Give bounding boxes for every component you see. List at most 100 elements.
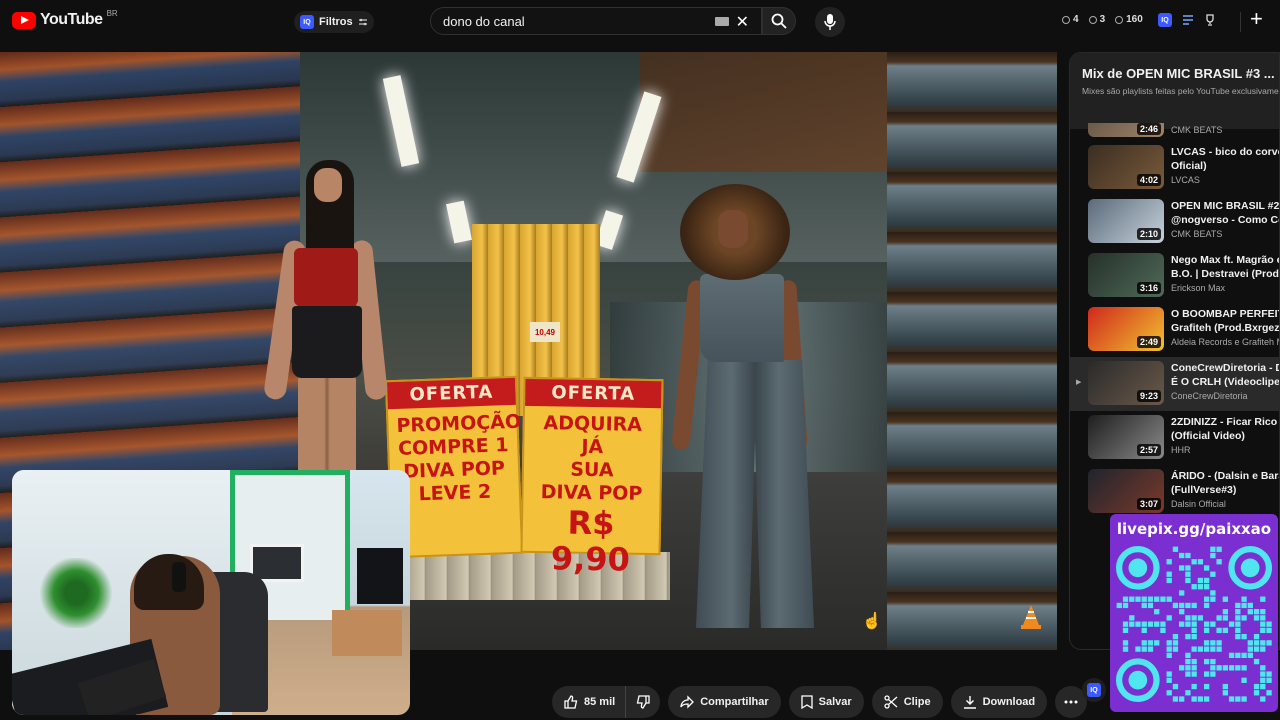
search-icon <box>771 13 787 29</box>
iq-icon[interactable]: IQ <box>1158 13 1172 27</box>
more-horizontal-icon <box>1064 700 1078 704</box>
iq-extension-icon: IQ <box>300 15 314 29</box>
video-title: O BOOMBAP PERFEITO <box>1171 308 1280 320</box>
playlist-item-info: ÁRIDO - (Dalsin e Barat (FullVerse#3) Dals… <box>1171 469 1279 519</box>
region-code: BR <box>106 8 118 18</box>
video-title-line2: @nogverso - Como Cê... <box>1171 214 1279 226</box>
download-icon <box>963 696 976 709</box>
offer-sign-right: OFERTA ADQUIRA JÁ SUA DIVA POP R$ 9,90 <box>520 376 664 579</box>
playlist-item[interactable]: 2:57 2ZDINIZZ - Ficar Rico E (Official Vid… <box>1070 411 1279 465</box>
video-title-line2: É O CRLH (Videoclipe C... <box>1171 376 1280 388</box>
clear-search-icon[interactable]: ✕ <box>736 12 749 32</box>
playlist-header: Mix de OPEN MIC BRASIL #3 ... Mixes são … <box>1070 53 1279 129</box>
vlc-cone-icon <box>1021 605 1041 629</box>
clip-button[interactable]: Clipe <box>871 686 943 718</box>
video-thumbnail: 4:02 <box>1088 145 1164 189</box>
like-dislike-group: 85 mil <box>552 686 661 718</box>
stat-eye: 3 <box>1088 14 1105 25</box>
filters-label: Filtros <box>319 16 353 28</box>
top-bar: YouTube BR IQ Filtros dono do canal ✕ 4 … <box>0 0 1280 44</box>
video-title: OPEN MIC BRASIL #2 <box>1171 200 1280 212</box>
playlist-item-partial[interactable]: 2:46 CMK BEATS <box>1070 123 1279 141</box>
trophy-icon[interactable] <box>1204 14 1216 26</box>
playlist-item[interactable]: 2:10 OPEN MIC BRASIL #2 @nogverso - Como C… <box>1070 195 1280 249</box>
now-playing-icon: ▶ <box>1076 379 1082 386</box>
extension-stats: 4 3 160 <box>1062 14 1143 25</box>
sliders-icon <box>358 18 367 26</box>
video-title: LVCAS - bico do corvo ( <box>1171 146 1280 158</box>
duration-badge: 2:10 <box>1136 228 1161 240</box>
dislike-button[interactable] <box>625 686 661 718</box>
stat-clock: 4 <box>1062 14 1079 25</box>
clock-icon <box>1062 15 1070 24</box>
stat-views: 160 <box>1115 14 1143 25</box>
channel-name: ConeCrewDiretoria <box>1171 391 1248 401</box>
video-actions: 85 mil Compartilhar Salvar Clipe Downloa… <box>552 686 1088 718</box>
thumbs-up-icon <box>564 695 578 709</box>
playlist-item-info: ConeCrewDiretoria - DA É O CRLH (Videocli… <box>1171 361 1280 411</box>
channel-name: LVCAS <box>1171 175 1200 185</box>
filters-button[interactable]: IQ Filtros <box>294 11 374 33</box>
channel-name: HHR <box>1171 445 1191 455</box>
video-thumbnail: 2:46 <box>1088 123 1164 137</box>
channel-name: CMK BEATS <box>1171 229 1223 239</box>
qr-code <box>1116 546 1272 702</box>
share-icon <box>680 695 695 709</box>
video-thumbnail: 9:23 <box>1088 361 1164 405</box>
header-divider <box>1240 12 1241 32</box>
offer-price: R$ 9,90 <box>550 503 631 579</box>
video-thumbnail: 3:07 <box>1088 469 1164 513</box>
duration-badge: 4:02 <box>1136 174 1161 186</box>
microphone-icon <box>824 14 836 30</box>
offer-sign-right-head: OFERTA <box>525 378 662 409</box>
search-button[interactable] <box>762 7 796 35</box>
video-title-line2: (Official Video) <box>1171 430 1245 442</box>
keyboard-icon[interactable] <box>715 17 729 26</box>
playlist-item[interactable]: 3:07 ÁRIDO - (Dalsin e Barat (FullVerse#3)… <box>1070 465 1279 519</box>
youtube-play-icon <box>12 11 36 29</box>
playlist-title[interactable]: Mix de OPEN MIC BRASIL #3 ... <box>1082 66 1275 81</box>
video-shelf-right <box>887 52 1057 650</box>
playlist-item[interactable]: 3:16 Nego Max ft. Magrão e B.O. | Destrave… <box>1070 249 1280 303</box>
download-button[interactable]: Download <box>950 686 1048 718</box>
video-title-line2: Grafiteh (Prod.Bxrgez) <box>1171 322 1280 334</box>
playlist-item-info: OPEN MIC BRASIL #2 @nogverso - Como Cê...… <box>1171 199 1280 249</box>
save-button[interactable]: Salvar <box>788 686 864 718</box>
duration-badge: 2:49 <box>1136 336 1161 348</box>
logo-text: YouTube <box>40 11 103 28</box>
iq-floating-button[interactable]: IQ <box>1082 678 1106 702</box>
clip-label: Clipe <box>903 696 931 708</box>
create-icon[interactable]: + <box>1250 6 1263 32</box>
playlist-item[interactable]: 2:49 O BOOMBAP PERFEITO Grafiteh (Prod.Bxr… <box>1070 303 1280 357</box>
playlist-item-info: Nego Max ft. Magrão e B.O. | Destravei (P… <box>1171 253 1280 303</box>
video-title-line2: Oficial) <box>1171 160 1207 172</box>
search-query: dono do canal <box>443 13 525 29</box>
scissors-icon <box>884 695 898 709</box>
thumbs-down-icon <box>636 695 650 709</box>
eye-icon <box>1088 15 1097 24</box>
share-label: Compartilhar <box>700 696 769 708</box>
webcam-overlay <box>12 470 410 715</box>
playlist-item-info: 2ZDINIZZ - Ficar Rico E (Official Video) H… <box>1171 415 1279 465</box>
headset-icon <box>172 562 186 592</box>
webcam-plant <box>32 558 120 628</box>
channel-name: Dalsin Official <box>1171 499 1226 509</box>
search-input[interactable]: dono do canal ✕ <box>430 7 762 35</box>
youtube-logo[interactable]: YouTube BR <box>12 8 118 29</box>
qr-caption: livepix.gg/paixxao <box>1116 520 1272 538</box>
playlist-item[interactable]: ▶ 9:23 ConeCrewDiretoria - DA É O CRLH (Vid… <box>1070 357 1280 411</box>
video-title-line2: B.O. | Destravei (Prod.... <box>1171 268 1280 280</box>
duration-badge: 2:57 <box>1136 444 1161 456</box>
offer-sign-right-body: ADQUIRA JÁ SUA DIVA POP R$ 9,90 <box>522 406 661 584</box>
playlist-item-info: O BOOMBAP PERFEITO Grafiteh (Prod.Bxrgez)… <box>1171 307 1280 357</box>
iq-icon: IQ <box>1087 683 1101 697</box>
duration-badge: 3:16 <box>1136 282 1161 294</box>
mouse-cursor-icon: ☝ <box>862 613 882 630</box>
list-icon[interactable] <box>1182 14 1194 26</box>
like-button[interactable]: 85 mil <box>552 686 626 718</box>
share-button[interactable]: Compartilhar <box>668 686 781 718</box>
header-extension-icons: IQ <box>1158 13 1216 27</box>
playlist-subtitle: Mixes são playlists feitas pelo YouTube … <box>1082 86 1279 96</box>
playlist-item[interactable]: 4:02 LVCAS - bico do corvo ( Oficial) LVCAS <box>1070 141 1280 195</box>
voice-search-button[interactable] <box>815 7 845 37</box>
